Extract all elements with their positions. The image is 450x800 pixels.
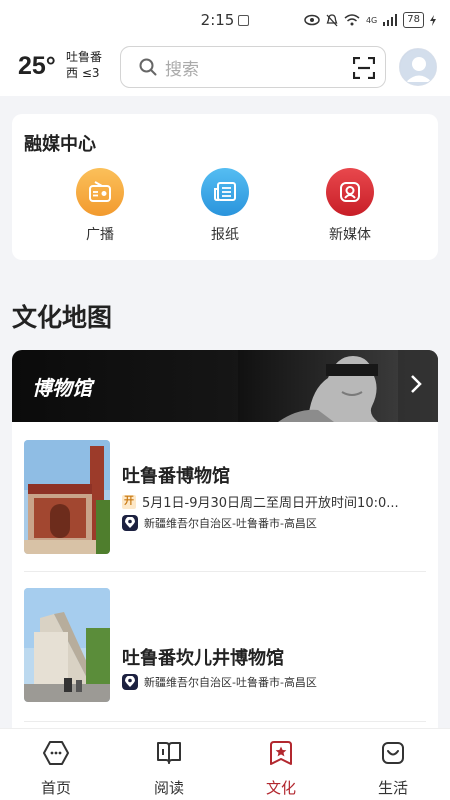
tab-life-label: 生活 [377, 779, 408, 797]
search-bar[interactable]: 搜索 [120, 46, 386, 88]
status-time-group: 2:15 [201, 11, 250, 29]
tab-read-label: 阅读 [153, 779, 184, 797]
weather-location[interactable]: 吐鲁番 西 ≤3 [66, 49, 102, 81]
museum-category-title: 博物馆 [32, 376, 92, 400]
museum-hours: 开 5月1日-9月30日周二至周日开放时间10:0... [122, 492, 428, 511]
statue-image [238, 350, 438, 422]
museum-thumbnail [24, 440, 110, 554]
new-media-icon [326, 168, 374, 216]
charging-icon [430, 14, 436, 26]
museum-address-text: 新疆维吾尔自治区-吐鲁番市-高昌区 [144, 676, 317, 689]
book-icon [157, 742, 181, 764]
status-time: 2:15 [200, 11, 235, 29]
tab-life[interactable]: 生活 [348, 739, 438, 798]
temperature: 25° [18, 52, 56, 80]
museum-address: 新疆维吾尔自治区-吐鲁番市-高昌区 [122, 674, 317, 690]
museum-thumbnail [24, 588, 110, 702]
museum-hours-text: 5月1日-9月30日周二至周日开放时间10:0... [142, 496, 399, 511]
search-icon [139, 58, 157, 76]
search-placeholder: 搜索 [165, 59, 199, 80]
museum-address-text: 新疆维吾尔自治区-吐鲁番市-高昌区 [144, 517, 317, 530]
museum-category-banner[interactable]: 博物馆 [12, 350, 438, 422]
media-item-radio[interactable]: 广播 [55, 168, 145, 244]
list-divider [24, 721, 426, 722]
culture-map-title: 文化地图 [12, 303, 113, 332]
media-item-newspaper[interactable]: 报纸 [180, 168, 270, 244]
avatar[interactable] [399, 48, 437, 86]
culture-icon [270, 741, 292, 765]
scan-icon[interactable] [353, 57, 375, 79]
wifi-icon [344, 14, 360, 26]
museum-name: 吐鲁番坎儿井博物馆 [122, 648, 284, 669]
media-label-radio: 广播 [86, 227, 114, 243]
top-header: 25° 吐鲁番 西 ≤3 搜索 [0, 40, 450, 96]
notification-icon [238, 14, 250, 26]
radio-icon [76, 168, 124, 216]
media-center-card: 融媒中心 广播 报纸 新媒体 [12, 114, 438, 260]
signal-icon [383, 14, 398, 26]
museum-address: 新疆维吾尔自治区-吐鲁番市-高昌区 [122, 515, 317, 531]
battery-indicator: 78 [403, 12, 424, 28]
list-item[interactable]: 吐鲁番坎儿井博物馆 新疆维吾尔自治区-吐鲁番市-高昌区 [12, 572, 438, 722]
museum-list: 吐鲁番博物馆 开 5月1日-9月30日周二至周日开放时间10:0... 新疆维吾… [12, 422, 438, 728]
home-icon [43, 741, 69, 765]
life-icon [382, 742, 404, 764]
wind-info: 西 ≤3 [66, 66, 100, 80]
user-avatar-icon [400, 49, 436, 85]
open-badge: 开 [122, 494, 136, 509]
media-label-new-media: 新媒体 [329, 227, 371, 243]
network-label: 4G [365, 15, 378, 25]
media-item-new-media[interactable]: 新媒体 [305, 168, 395, 244]
mute-icon [326, 13, 338, 26]
museum-name: 吐鲁番博物馆 [122, 466, 230, 487]
tab-home-label: 首页 [40, 779, 71, 797]
tab-culture-label: 文化 [265, 779, 296, 797]
location-pin-icon [122, 515, 138, 531]
status-bar: 2:15 4G 78 [0, 0, 450, 40]
tab-home[interactable]: 首页 [11, 739, 101, 798]
location-pin-icon [122, 674, 138, 690]
media-label-newspaper: 报纸 [211, 227, 239, 243]
tab-read[interactable]: 阅读 [124, 739, 214, 798]
newspaper-icon [201, 168, 249, 216]
bottom-tab-bar: 首页 阅读 文化 生活 [0, 728, 450, 800]
tab-culture[interactable]: 文化 [236, 739, 326, 798]
eye-icon [304, 14, 320, 26]
media-center-title: 融媒中心 [24, 134, 96, 155]
chevron-right-icon [411, 375, 422, 393]
list-item[interactable]: 吐鲁番博物馆 开 5月1日-9月30日周二至周日开放时间10:0... 新疆维吾… [12, 422, 438, 572]
status-icons: 4G 78 [304, 12, 436, 28]
city-name: 吐鲁番 [66, 50, 103, 64]
